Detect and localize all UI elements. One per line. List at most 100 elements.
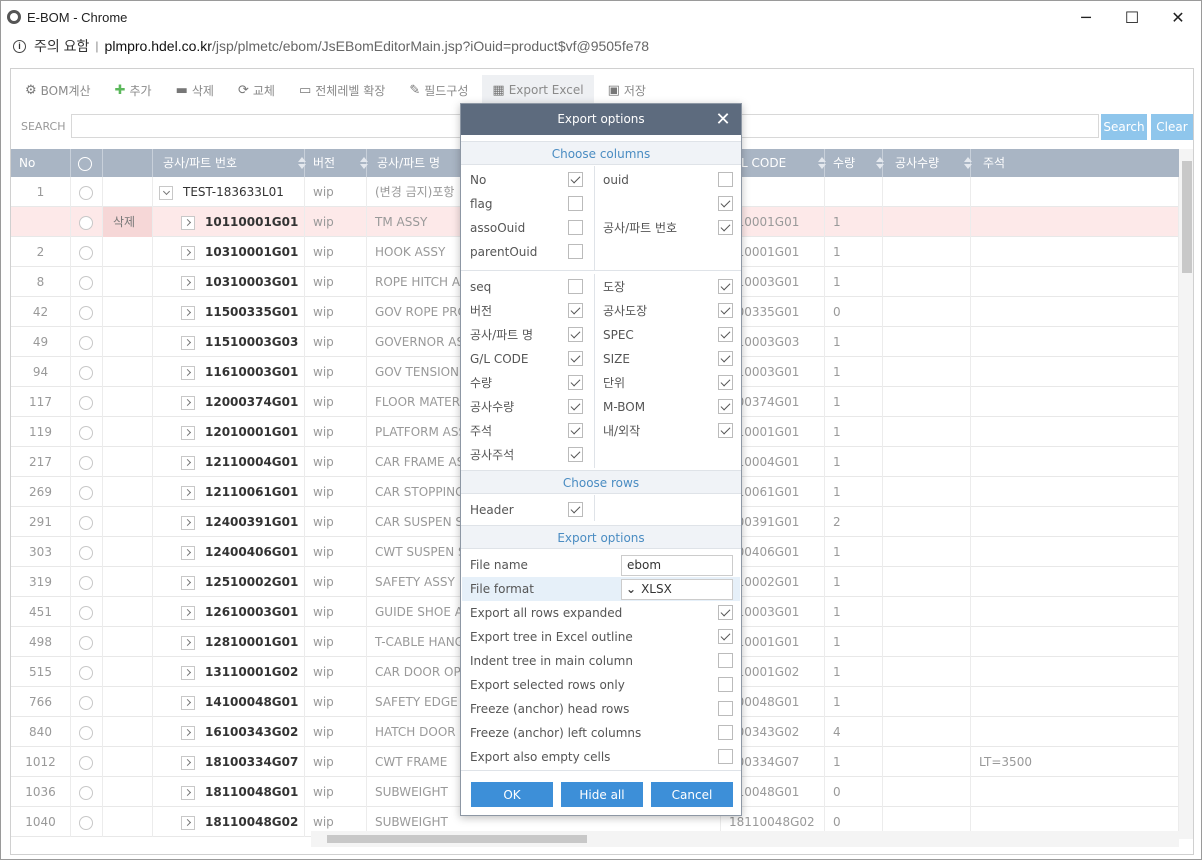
url-host[interactable]: plmpro.hdel.co.kr bbox=[105, 38, 212, 54]
toolbar-button[interactable]: ⚙ BOM계산 bbox=[25, 75, 91, 105]
header-note[interactable]: 주석 bbox=[971, 149, 1179, 177]
column-option-checkbox[interactable] bbox=[718, 303, 733, 318]
cell-delete-flag[interactable] bbox=[103, 627, 153, 657]
tree-expand-icon[interactable] bbox=[181, 245, 195, 260]
toolbar-button[interactable]: ▦ Export Excel bbox=[482, 75, 594, 105]
cell-note[interactable] bbox=[971, 297, 1179, 327]
cell-qty[interactable]: 1 bbox=[825, 477, 883, 507]
cell-select[interactable] bbox=[71, 207, 103, 237]
tree-expand-icon[interactable] bbox=[181, 755, 195, 770]
toolbar-button[interactable]: ▭ 전체레벨 확장 bbox=[299, 75, 385, 105]
cell-part-no[interactable]: 12110004G01 bbox=[153, 447, 305, 477]
cell-version[interactable]: wip bbox=[305, 537, 367, 567]
cell-no[interactable]: 2 bbox=[11, 237, 71, 267]
dialog-close-button[interactable]: ✕ bbox=[713, 104, 733, 135]
cell-version[interactable]: wip bbox=[305, 297, 367, 327]
row-radio[interactable] bbox=[79, 305, 93, 320]
hide-all-button[interactable]: Hide all bbox=[561, 782, 643, 807]
close-window-button[interactable]: ✕ bbox=[1155, 1, 1201, 33]
cell-no[interactable]: 42 bbox=[11, 297, 71, 327]
minimize-button[interactable]: ─ bbox=[1063, 1, 1109, 33]
column-option-checkbox[interactable] bbox=[718, 399, 733, 414]
cell-proj-qty[interactable] bbox=[883, 567, 971, 597]
cell-note[interactable] bbox=[971, 567, 1179, 597]
row-option-header-checkbox[interactable] bbox=[568, 502, 583, 517]
cell-version[interactable]: wip bbox=[305, 597, 367, 627]
tree-expand-icon[interactable] bbox=[181, 575, 195, 590]
row-radio[interactable] bbox=[79, 275, 93, 290]
maximize-button[interactable]: ☐ bbox=[1109, 1, 1155, 33]
cell-part-no[interactable]: 18110048G02 bbox=[153, 807, 305, 837]
cell-select[interactable] bbox=[71, 447, 103, 477]
row-radio[interactable] bbox=[79, 575, 93, 590]
cell-part-no[interactable]: 16100343G02 bbox=[153, 717, 305, 747]
cancel-button[interactable]: Cancel bbox=[651, 782, 733, 807]
cell-select[interactable] bbox=[71, 327, 103, 357]
cell-qty[interactable]: 1 bbox=[825, 267, 883, 297]
cell-proj-qty[interactable] bbox=[883, 417, 971, 447]
tree-expand-icon[interactable] bbox=[181, 485, 195, 500]
cell-delete-flag[interactable] bbox=[103, 447, 153, 477]
cell-delete-flag[interactable] bbox=[103, 537, 153, 567]
cell-delete-flag[interactable] bbox=[103, 747, 153, 777]
cell-proj-qty[interactable] bbox=[883, 447, 971, 477]
cell-proj-qty[interactable] bbox=[883, 297, 971, 327]
row-radio[interactable] bbox=[79, 755, 93, 770]
tree-collapse-icon[interactable] bbox=[159, 185, 173, 200]
cell-note[interactable] bbox=[971, 777, 1179, 807]
cell-part-no[interactable]: 12610003G01 bbox=[153, 597, 305, 627]
cell-select[interactable] bbox=[71, 267, 103, 297]
ok-button[interactable]: OK bbox=[471, 782, 553, 807]
cell-qty[interactable]: 1 bbox=[825, 447, 883, 477]
vertical-scroll-thumb[interactable] bbox=[1182, 161, 1192, 273]
cell-select[interactable] bbox=[71, 177, 103, 207]
tree-expand-icon[interactable] bbox=[181, 305, 195, 320]
cell-select[interactable] bbox=[71, 627, 103, 657]
cell-part-no[interactable]: 12810001G01 bbox=[153, 627, 305, 657]
cell-select[interactable] bbox=[71, 747, 103, 777]
cell-note[interactable] bbox=[971, 447, 1179, 477]
cell-delete-flag[interactable] bbox=[103, 417, 153, 447]
cell-qty[interactable]: 1 bbox=[825, 387, 883, 417]
tree-expand-icon[interactable] bbox=[181, 395, 195, 410]
cell-qty[interactable]: 1 bbox=[825, 237, 883, 267]
export-option-checkbox[interactable] bbox=[718, 749, 733, 764]
cell-version[interactable]: wip bbox=[305, 177, 367, 207]
cell-proj-qty[interactable] bbox=[883, 537, 971, 567]
cell-no[interactable]: 94 bbox=[11, 357, 71, 387]
row-radio[interactable] bbox=[79, 245, 93, 260]
column-option-checkbox[interactable] bbox=[718, 423, 733, 438]
cell-version[interactable]: wip bbox=[305, 447, 367, 477]
cell-version[interactable]: wip bbox=[305, 387, 367, 417]
horizontal-scrollbar[interactable] bbox=[311, 831, 1179, 847]
cell-qty[interactable]: 1 bbox=[825, 657, 883, 687]
cell-version[interactable]: wip bbox=[305, 567, 367, 597]
cell-part-no[interactable]: 18110048G01 bbox=[153, 777, 305, 807]
cell-part-no[interactable]: 12010001G01 bbox=[153, 417, 305, 447]
cell-part-no[interactable]: 13110001G02 bbox=[153, 657, 305, 687]
cell-qty[interactable]: 1 bbox=[825, 357, 883, 387]
column-option-checkbox[interactable] bbox=[718, 327, 733, 342]
cell-no[interactable]: 49 bbox=[11, 327, 71, 357]
horizontal-scroll-thumb[interactable] bbox=[327, 835, 587, 843]
column-option-checkbox[interactable] bbox=[568, 375, 583, 390]
cell-note[interactable] bbox=[971, 537, 1179, 567]
info-icon[interactable]: i bbox=[13, 39, 26, 53]
cell-proj-qty[interactable] bbox=[883, 177, 971, 207]
column-option-checkbox[interactable] bbox=[568, 196, 583, 211]
cell-qty[interactable]: 1 bbox=[825, 327, 883, 357]
cell-no[interactable]: 1012 bbox=[11, 747, 71, 777]
row-radio[interactable] bbox=[79, 425, 93, 440]
search-button[interactable]: Search bbox=[1101, 114, 1147, 140]
cell-note[interactable] bbox=[971, 657, 1179, 687]
cell-no[interactable]: 1036 bbox=[11, 777, 71, 807]
tree-expand-icon[interactable] bbox=[181, 635, 195, 650]
column-option-checkbox[interactable] bbox=[718, 279, 733, 294]
cell-note[interactable] bbox=[971, 627, 1179, 657]
tree-expand-icon[interactable] bbox=[181, 665, 195, 680]
chevron-down-icon[interactable]: ⌄ bbox=[626, 582, 636, 596]
header-no[interactable]: No bbox=[11, 149, 71, 177]
cell-proj-qty[interactable] bbox=[883, 777, 971, 807]
cell-version[interactable]: wip bbox=[305, 267, 367, 297]
column-option-checkbox[interactable] bbox=[568, 172, 583, 187]
